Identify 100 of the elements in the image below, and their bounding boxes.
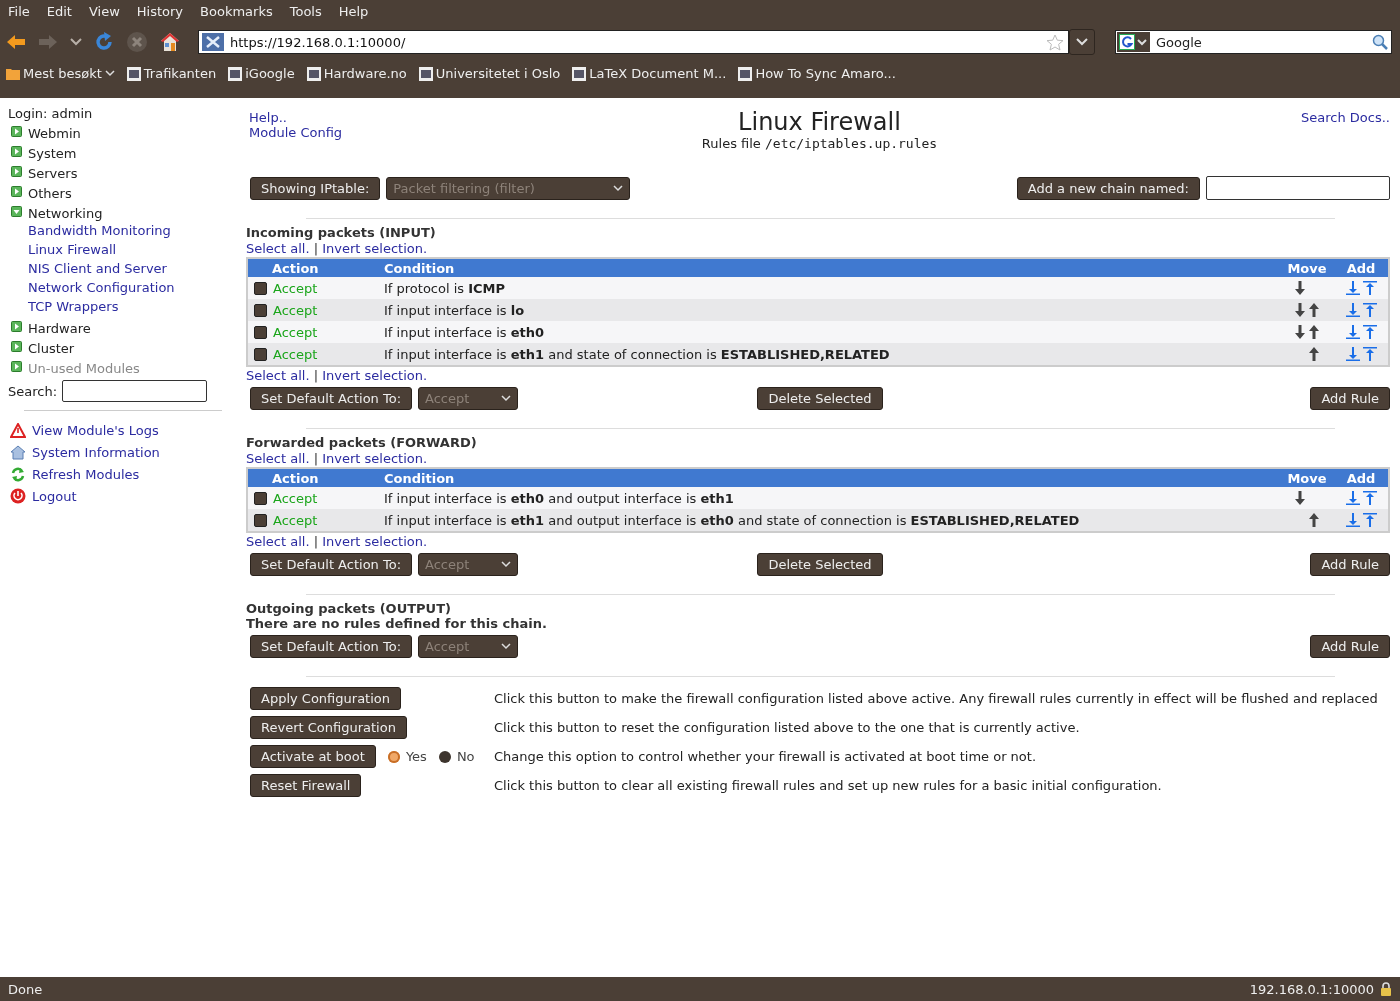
add-above-icon[interactable] (1362, 347, 1377, 361)
bookmark-item[interactable]: Universitetet i Oslo (418, 66, 561, 81)
action-button[interactable]: Apply Configuration (250, 687, 401, 710)
move-up-icon[interactable] (1308, 325, 1320, 339)
action-button[interactable]: Reset Firewall (250, 774, 362, 797)
action-button[interactable]: Revert Configuration (250, 716, 407, 739)
move-up-icon[interactable] (1308, 513, 1320, 527)
sidebar-link[interactable]: View Module's Logs (8, 419, 224, 441)
add-above-icon[interactable] (1362, 491, 1377, 505)
add-below-icon[interactable] (1345, 325, 1360, 339)
move-down-icon[interactable] (1294, 491, 1306, 505)
address-field[interactable]: https://192.168.0.1:10000/ (198, 30, 1069, 54)
menu-item[interactable]: File (8, 4, 30, 24)
stop-icon[interactable] (126, 31, 148, 53)
invert-selection-link[interactable]: Invert selection. (322, 368, 428, 383)
search-icon[interactable] (1372, 34, 1388, 50)
sidebar-link[interactable]: Logout (8, 485, 224, 507)
star-icon[interactable] (1046, 33, 1064, 51)
show-table-button[interactable]: Showing IPtable: (250, 176, 381, 200)
add-above-icon[interactable] (1362, 303, 1377, 317)
bookmark-item[interactable]: Mest besøkt (6, 66, 115, 81)
add-rule-button[interactable]: Add Rule (1310, 635, 1390, 658)
back-icon[interactable] (6, 33, 26, 51)
category-item[interactable]: System (8, 143, 224, 163)
category-item[interactable]: Hardware (8, 318, 224, 338)
sidebar-link[interactable]: Refresh Modules (8, 463, 224, 485)
search-label: Search: (8, 383, 58, 399)
add-rule-button[interactable]: Add Rule (1310, 387, 1390, 410)
header-link[interactable]: Module Config (249, 125, 549, 140)
category-item[interactable]: Webmin (8, 123, 224, 143)
search-field[interactable] (62, 380, 208, 402)
checkbox[interactable] (254, 281, 267, 295)
delete-selected-button[interactable]: Delete Selected (757, 553, 883, 576)
select-all-link[interactable]: Select all. (246, 241, 310, 256)
add-below-icon[interactable] (1345, 347, 1360, 361)
add-chain-button[interactable]: Add a new chain named: (1016, 176, 1200, 200)
default-action-button[interactable]: Set Default Action To: (250, 553, 413, 576)
bookmark-item[interactable]: Trafikanten (126, 66, 217, 81)
login-label: Login: admin (8, 106, 94, 121)
radio-button[interactable] (438, 750, 451, 763)
add-above-icon[interactable] (1362, 281, 1377, 295)
category-item[interactable]: Servers (8, 163, 224, 183)
radio-button[interactable] (387, 750, 400, 763)
checkbox[interactable] (254, 513, 267, 527)
move-down-icon[interactable] (1294, 281, 1306, 295)
category-item[interactable]: Cluster (8, 338, 224, 358)
letter-g-icon (1119, 34, 1135, 50)
menu-item[interactable]: History (136, 4, 184, 24)
menu-item[interactable]: Help (338, 4, 369, 24)
search-docs-link[interactable]: Search Docs.. (1301, 110, 1390, 125)
condition-cell-text: If input interface is eth0 (384, 324, 546, 340)
checkbox[interactable] (254, 325, 267, 339)
history-dropdown[interactable] (1069, 29, 1095, 55)
select-all-link[interactable]: Select all. (246, 451, 310, 466)
move-down-icon[interactable] (1294, 303, 1306, 317)
category-item[interactable]: Others (8, 183, 224, 203)
add-above-icon[interactable] (1362, 325, 1377, 339)
chain-name-field[interactable] (1206, 176, 1390, 200)
search-field[interactable]: Google (1115, 30, 1392, 54)
module-link[interactable]: NIS Client and Server (8, 261, 224, 280)
invert-selection-link[interactable]: Invert selection. (322, 241, 428, 256)
module-link[interactable]: TCP Wrappers (8, 299, 224, 318)
bookmark-item[interactable]: Hardware.no (306, 66, 407, 81)
reload-icon[interactable] (94, 32, 114, 52)
bookmark-item[interactable]: How To Sync Amaro... (738, 66, 896, 81)
category-item[interactable]: Networking (8, 203, 224, 223)
move-up-icon[interactable] (1308, 303, 1320, 317)
header-link[interactable]: Help.. (249, 110, 549, 125)
action-button[interactable]: Activate at boot (250, 745, 376, 768)
select-all-link[interactable]: Select all. (246, 534, 310, 549)
module-link[interactable]: Linux Firewall (8, 242, 224, 261)
add-above-icon[interactable] (1362, 513, 1377, 527)
checkbox[interactable] (254, 347, 267, 361)
add-below-icon[interactable] (1345, 513, 1360, 527)
menu-item[interactable]: View (88, 4, 120, 24)
add-below-icon[interactable] (1345, 303, 1360, 317)
move-up-icon[interactable] (1308, 347, 1320, 361)
invert-selection-link[interactable]: Invert selection. (322, 534, 428, 549)
module-link[interactable]: Network Configuration (8, 280, 224, 299)
bookmark-item[interactable]: iGoogle (228, 66, 295, 81)
menu-item[interactable]: Bookmarks (200, 4, 273, 24)
dropdown-icon[interactable] (70, 38, 82, 46)
menu-item[interactable]: Edit (46, 4, 72, 24)
home-icon[interactable] (160, 32, 180, 52)
add-rule-button[interactable]: Add Rule (1310, 553, 1390, 576)
module-link[interactable]: Bandwidth Monitoring (8, 223, 224, 242)
select-all-link[interactable]: Select all. (246, 368, 310, 383)
default-action-button[interactable]: Set Default Action To: (250, 635, 413, 658)
add-below-icon[interactable] (1345, 281, 1360, 295)
menu-item[interactable]: Tools (289, 4, 322, 24)
checkbox[interactable] (254, 303, 267, 317)
delete-selected-button[interactable]: Delete Selected (757, 387, 883, 410)
checkbox[interactable] (254, 491, 267, 505)
default-action-button[interactable]: Set Default Action To: (250, 387, 413, 410)
move-down-icon[interactable] (1294, 325, 1306, 339)
sidebar-link[interactable]: System Information (8, 441, 224, 463)
add-below-icon[interactable] (1345, 491, 1360, 505)
invert-selection-link[interactable]: Invert selection. (322, 451, 428, 466)
bookmark-item[interactable]: LaTeX Document M... (572, 66, 727, 81)
engine-selector[interactable] (1117, 32, 1150, 52)
